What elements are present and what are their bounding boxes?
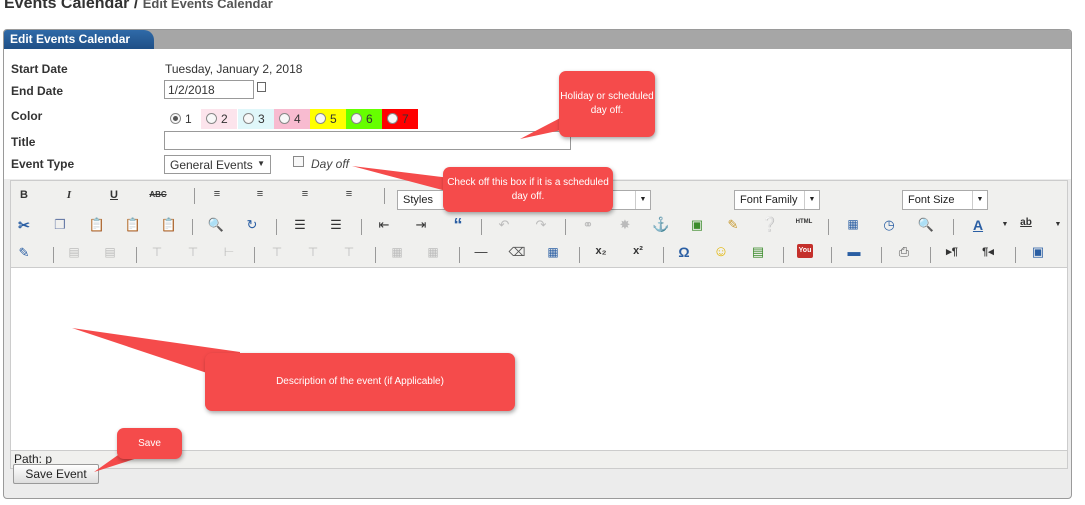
save-callout: Save [117,428,182,459]
holiday-callout: Holiday or scheduled day off. [559,71,655,137]
checkoff-callout-pointer [352,166,450,192]
description-callout: Description of the event (if Applicable) [205,353,515,411]
checkoff-callout: Check off this box if it is a scheduled … [443,167,613,212]
